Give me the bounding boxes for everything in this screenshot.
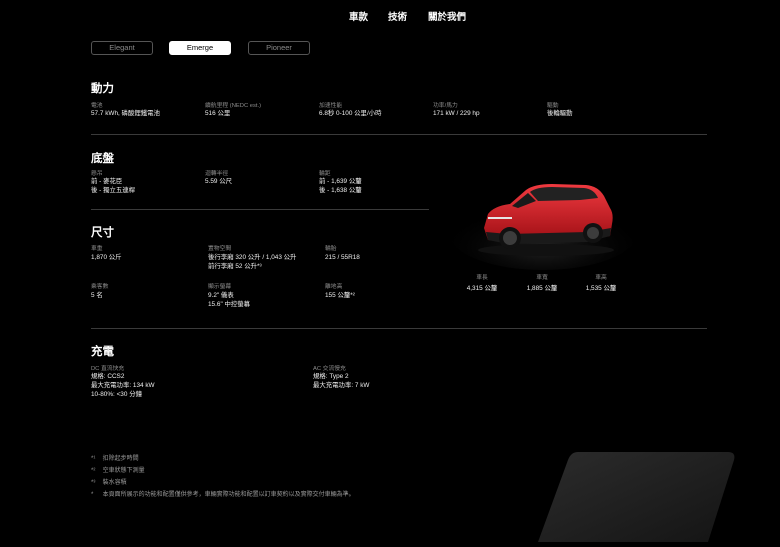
decorative-card-shape (538, 452, 735, 542)
suspension-value: 前 - 麥花臣 後 - 獨立五連桿 (91, 178, 136, 194)
drive-label: 驅動 (547, 103, 559, 109)
battery-value: 57.7 kWh, 磷酸鋰鐵電池 (91, 110, 160, 117)
dc-charging-value: 規格: CCS2 最大充電功率: 134 kW 10-80%: <30 分鐘 (91, 373, 155, 398)
tire-value: 215 / 55R18 (325, 254, 360, 261)
footnote-item: *² 空車狀態下測量 (91, 465, 145, 474)
width-value: 1,885 公釐 (526, 285, 558, 292)
length-value: 4,315 公釐 (466, 285, 498, 292)
nav-item-technology[interactable]: 技術 (388, 9, 407, 23)
ground-clearance-label: 離地高 (325, 284, 343, 290)
passengers-value: 5 名 (91, 292, 103, 299)
charging-section-title: 充電 (91, 346, 114, 358)
suspension-label: 懸吊 (91, 171, 103, 177)
passengers-label: 乘客數 (91, 284, 109, 290)
footnote-text: 裝水容積 (102, 480, 127, 486)
footnote-mark: *¹ (91, 456, 96, 462)
power-output-value: 171 kW / 229 hp (433, 110, 480, 117)
dimensions-section-title: 尺寸 (91, 227, 114, 239)
decorative-card (538, 452, 738, 542)
ac-charging-value: 規格: Type 2 最大充電功率: 7 kW (313, 373, 370, 389)
footnote-mark: * (91, 492, 94, 498)
weight-value: 1,870 公斤 (91, 254, 122, 261)
track-width-label: 輪距 (319, 171, 331, 177)
power-output-label: 功率/馬力 (433, 103, 458, 109)
tire-label: 輪胎 (325, 246, 337, 252)
drive-value: 後輪驅動 (547, 110, 573, 117)
display-label: 顯示螢幕 (208, 284, 232, 290)
turning-radius-value: 5.59 公尺 (205, 178, 232, 185)
height-value: 1,535 公釐 (585, 285, 617, 292)
trim-tab-elegant[interactable]: Elegant (91, 41, 153, 55)
acceleration-label: 加速性能 (319, 103, 343, 109)
car-image (448, 170, 638, 270)
footnote-item: * 本頁面所展示的功能和配置僅供參考，車輛實際功能和配置以訂車契約以及實際交付車… (91, 489, 355, 498)
height-label: 車高 (595, 275, 607, 281)
acceleration-value: 6.8秒 0-100 公里/小時 (319, 110, 382, 117)
battery-label: 電池 (91, 103, 103, 109)
footnote-mark: *² (91, 468, 96, 474)
footnote-text: 扣除起步時間 (102, 456, 139, 462)
footnote-item: *¹ 扣除起步時間 (91, 453, 139, 462)
ac-charging-label: AC 交流慢充 (313, 366, 346, 372)
display-value: 9.2" 儀表 15.6" 中控螢幕 (208, 292, 251, 308)
range-label: 續航里程 (NEDC est.) (205, 103, 262, 109)
footnote-item: *³ 裝水容積 (91, 477, 127, 486)
chassis-section-title: 底盤 (91, 153, 114, 165)
divider-dimensions (91, 328, 707, 329)
weight-label: 車重 (91, 246, 103, 252)
turning-radius-label: 迴轉半徑 (205, 171, 229, 177)
nav-item-models[interactable]: 車款 (349, 9, 368, 23)
divider-power (91, 134, 707, 135)
track-width-value: 前 - 1,639 公釐 後 - 1,638 公釐 (319, 178, 362, 194)
cargo-label: 置物空間 (208, 246, 232, 252)
trim-tab-pioneer[interactable]: Pioneer (248, 41, 310, 55)
divider-chassis (91, 209, 429, 210)
width-label: 車寬 (536, 275, 548, 281)
power-section-title: 動力 (91, 83, 114, 95)
footnote-mark: *³ (91, 480, 96, 486)
length-label: 車長 (476, 275, 488, 281)
car-illustration (448, 184, 638, 270)
ground-clearance-value: 155 公釐*² (325, 292, 355, 299)
footnote-text: 本頁面所展示的功能和配置僅供參考，車輛實際功能和配置以訂車契約以及實際交付車輛為… (102, 492, 355, 498)
cargo-value: 後行李廂 320 公升 / 1,043 公升 前行李廂 52 公升*³ (208, 254, 297, 270)
trim-tab-emerge[interactable]: Emerge (169, 41, 231, 55)
footnote-text: 空車狀態下測量 (102, 468, 145, 474)
range-value: 516 公里 (205, 110, 231, 117)
nav-item-about[interactable]: 關於我們 (428, 9, 466, 23)
dc-charging-label: DC 直流快充 (91, 366, 125, 372)
